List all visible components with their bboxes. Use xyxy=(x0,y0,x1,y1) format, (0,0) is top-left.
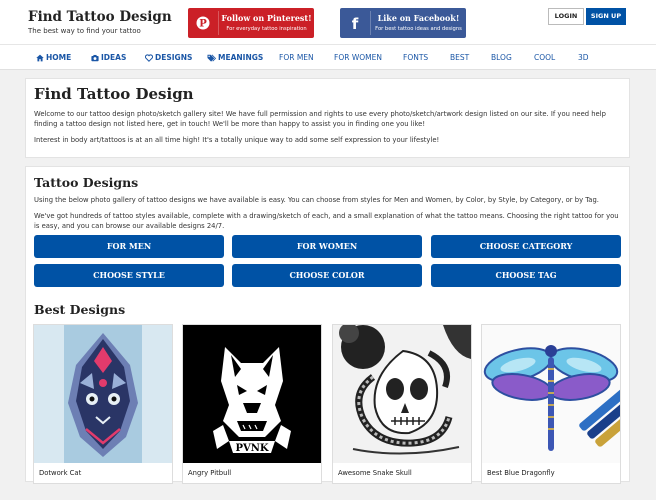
facebook-like-button[interactable]: f Like on Facebook! For best tattoo idea… xyxy=(340,8,466,38)
nav-label: BEST xyxy=(450,53,470,62)
nav-label: 3D xyxy=(578,53,589,62)
design-card-best-blue-dragonfly[interactable]: Best Blue Dragonfly xyxy=(481,324,621,484)
nav-item-cool[interactable]: COOL xyxy=(534,53,555,62)
nav-label: COOL xyxy=(534,53,556,62)
login-button[interactable]: LOGIN xyxy=(548,8,584,25)
best-designs-heading: Best Designs xyxy=(34,302,126,317)
design-caption[interactable]: Best Blue Dragonfly xyxy=(487,469,555,477)
nav-label: FOR WOMEN xyxy=(334,53,382,62)
nav-item-ideas[interactable]: IDEAS xyxy=(91,53,126,62)
facebook-subtitle: For best tattoo ideas and designs xyxy=(375,26,462,32)
site-header: Find Tattoo Design The best way to find … xyxy=(0,0,656,44)
svg-text:P: P xyxy=(199,19,207,30)
site-tagline: The best way to find your tattoo xyxy=(28,27,141,35)
nav-label: BLOG xyxy=(491,53,512,62)
pinterest-follow-button[interactable]: P Follow on Pinterest! For everyday tatt… xyxy=(188,8,314,38)
designs-paragraph: Using the below photo gallery of tattoo … xyxy=(34,196,599,204)
nav-item-meanings[interactable]: MEANINGS xyxy=(207,53,263,62)
nav-label: FONTS xyxy=(403,53,429,62)
choose-tag-button[interactable]: CHOOSE TAG xyxy=(431,264,621,287)
choose-style-button[interactable]: CHOOSE STYLE xyxy=(34,264,224,287)
designs-section: Tattoo Designs Using the below photo gal… xyxy=(25,166,630,484)
camera-icon xyxy=(91,54,99,61)
for-women-button[interactable]: FOR WOMEN xyxy=(232,235,422,258)
nav-item-for-men[interactable]: FOR MEN xyxy=(279,53,314,62)
pinterest-title: Follow on Pinterest! xyxy=(221,13,312,23)
nav-label: FOR MEN xyxy=(279,53,314,62)
nav-label: MEANINGS xyxy=(218,53,264,62)
nav-item-blog[interactable]: BLOG xyxy=(491,53,512,62)
designs-paragraph-2: We've got hundreds of tattoo styles avai… xyxy=(34,212,619,230)
design-card-awesome-snake-skull[interactable]: Awesome Snake Skull xyxy=(332,324,472,484)
pinterest-subtitle: For everyday tattoo inspiration xyxy=(226,26,307,32)
nav-label: DESIGNS xyxy=(155,53,193,62)
choose-color-button[interactable]: CHOOSE COLOR xyxy=(232,264,422,287)
svg-text:f: f xyxy=(352,15,359,33)
nav-item-3d[interactable]: 3D xyxy=(578,53,589,62)
pinterest-icon: P xyxy=(188,8,218,38)
svg-text:PVNK: PVNK xyxy=(235,443,268,454)
design-card-dotwork-cat[interactable]: Dotwork Cat xyxy=(33,324,173,484)
nav-item-home[interactable]: HOME xyxy=(36,53,71,62)
heart-icon xyxy=(145,53,153,62)
facebook-icon: f xyxy=(340,8,370,38)
awesome-snake-skull-image[interactable] xyxy=(333,325,471,463)
choose-category-button[interactable]: CHOOSE CATEGORY xyxy=(431,235,621,258)
home-icon xyxy=(36,54,44,61)
best-blue-dragonfly-image[interactable] xyxy=(482,325,620,463)
signup-button[interactable]: SIGN UP xyxy=(586,8,626,25)
design-caption[interactable]: Angry Pitbull xyxy=(188,469,231,477)
nav-label: HOME xyxy=(46,53,72,62)
intro-section: Find Tattoo Design Welcome to our tattoo… xyxy=(25,78,630,158)
dotwork-cat-image[interactable] xyxy=(34,325,172,463)
nav-item-fonts[interactable]: FONTS xyxy=(403,53,428,62)
designs-heading: Tattoo Designs xyxy=(34,175,139,190)
nav-item-for-women[interactable]: FOR WOMEN xyxy=(334,53,382,62)
intro-paragraph: Welcome to our tattoo design photo/sketc… xyxy=(34,110,606,128)
intro-paragraph-2: Interest in body art/tattoos is at an al… xyxy=(34,136,440,144)
site-title[interactable]: Find Tattoo Design xyxy=(28,9,172,25)
design-caption[interactable]: Awesome Snake Skull xyxy=(338,469,412,477)
main-nav: HOME IDEAS DESIGNS MEANINGS FOR MEN FOR … xyxy=(0,44,656,70)
design-caption[interactable]: Dotwork Cat xyxy=(39,469,81,477)
page-title: Find Tattoo Design xyxy=(34,85,194,103)
nav-item-best[interactable]: BEST xyxy=(450,53,469,62)
tags-icon xyxy=(207,54,216,62)
angry-pitbull-image[interactable]: PVNK xyxy=(183,325,321,463)
nav-label: IDEAS xyxy=(101,53,127,62)
design-card-angry-pitbull[interactable]: PVNK Angry Pitbull xyxy=(182,324,322,484)
facebook-title: Like on Facebook! xyxy=(377,13,460,23)
for-men-button[interactable]: FOR MEN xyxy=(34,235,224,258)
nav-item-designs[interactable]: DESIGNS xyxy=(145,53,192,62)
